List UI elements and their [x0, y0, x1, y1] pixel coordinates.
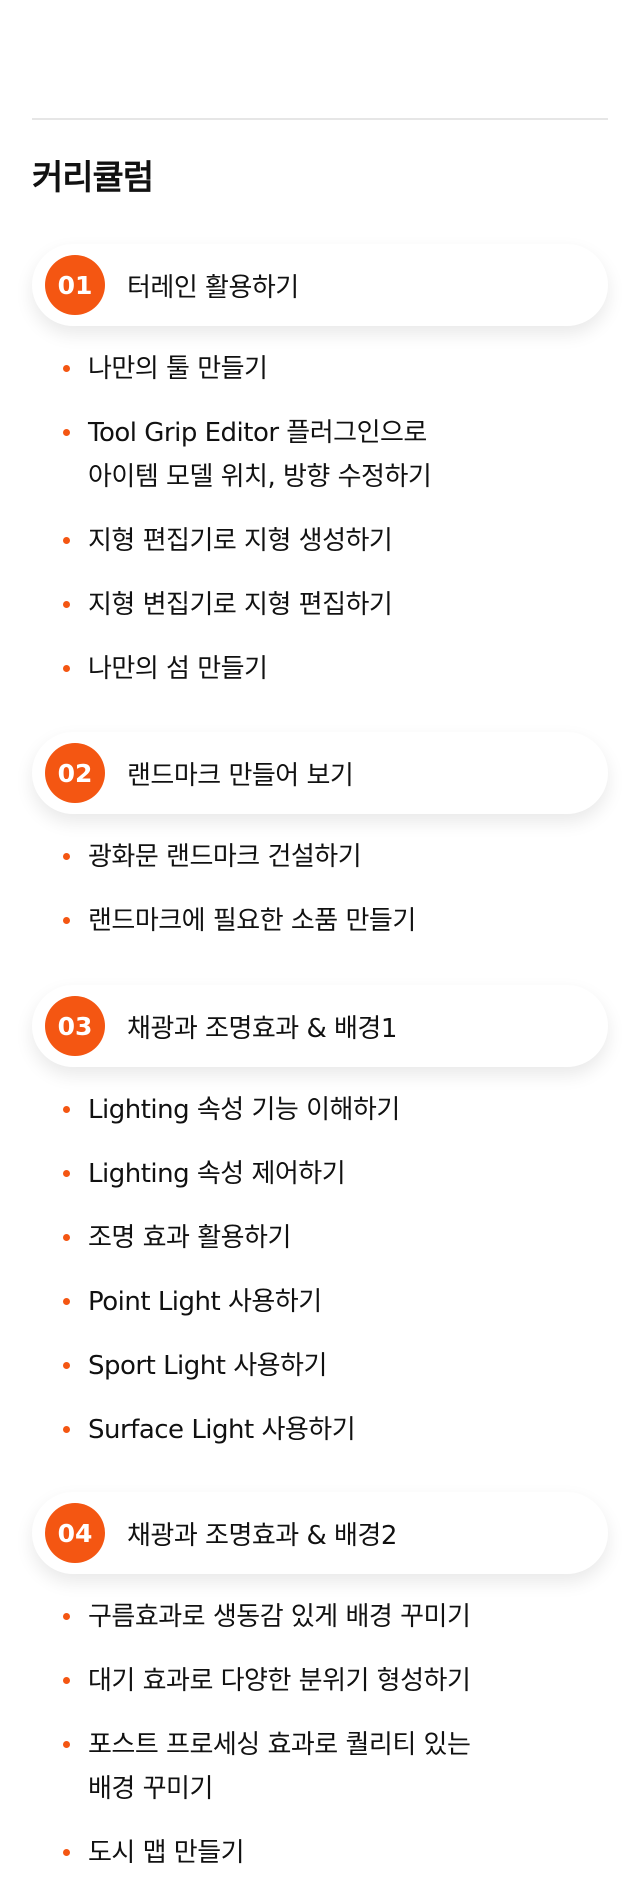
lesson-item: 지형 변집기로 지형 편집하기 — [32, 583, 608, 627]
module-header[interactable]: 03 채광과 조명효과 & 배경1 — [32, 985, 608, 1067]
bullet-dot — [63, 853, 70, 860]
bullet-dot — [63, 1426, 70, 1433]
module-title: 랜드마크 만들어 보기 — [127, 760, 354, 791]
bullet-dot — [63, 917, 70, 924]
lesson-text: 도시 맵 만들기 — [88, 1838, 245, 1868]
lesson-list: 광화문 랜드마크 건설하기 랜드마크에 필요한 소품 만들기 — [32, 835, 608, 943]
module-title: 터레인 활용하기 — [127, 272, 299, 303]
lesson-item: Lighting 속성 제어하기 — [32, 1152, 608, 1196]
lesson-item: 나만의 섬 만들기 — [32, 647, 608, 691]
module-01: 01 터레인 활용하기 나만의 툴 만들기 Tool Grip Editor 플… — [32, 244, 608, 691]
lesson-item: 랜드마크에 필요한 소품 만들기 — [32, 899, 608, 943]
lesson-text: 광화문 랜드마크 건설하기 — [88, 842, 362, 872]
bullet-dot — [63, 1170, 70, 1177]
bullet-dot — [63, 429, 70, 436]
bullet-dot — [63, 1362, 70, 1369]
lesson-item: Point Light 사용하기 — [32, 1280, 608, 1324]
lesson-text: Lighting 속성 기능 이해하기 — [88, 1095, 400, 1125]
lesson-text: Sport Light 사용하기 — [88, 1351, 327, 1381]
top-divider — [32, 118, 608, 120]
module-title: 채광과 조명효과 & 배경2 — [127, 1520, 397, 1551]
bullet-dot — [63, 1613, 70, 1620]
lesson-text: 조명 효과 활용하기 — [88, 1223, 291, 1253]
bullet-dot — [63, 537, 70, 544]
lesson-item: Sport Light 사용하기 — [32, 1344, 608, 1388]
lesson-text: Point Light 사용하기 — [88, 1287, 322, 1317]
lesson-text: 대기 효과로 다양한 분위기 형성하기 — [88, 1666, 471, 1696]
lesson-text: 포스트 프로세싱 효과로 퀄리티 있는 배경 꾸미기 — [88, 1730, 471, 1804]
lesson-list: 구름효과로 생동감 있게 배경 꾸미기 대기 효과로 다양한 분위기 형성하기 … — [32, 1595, 608, 1875]
bullet-dot — [63, 1298, 70, 1305]
module-04: 04 채광과 조명효과 & 배경2 구름효과로 생동감 있게 배경 꾸미기 대기… — [32, 1492, 608, 1875]
module-number-badge: 01 — [45, 255, 105, 315]
lesson-item: 광화문 랜드마크 건설하기 — [32, 835, 608, 879]
module-number-badge: 02 — [45, 743, 105, 803]
module-header[interactable]: 04 채광과 조명효과 & 배경2 — [32, 1492, 608, 1574]
lesson-item: 나만의 툴 만들기 — [32, 347, 608, 391]
bullet-dot — [63, 1234, 70, 1241]
bullet-dot — [63, 665, 70, 672]
section-title: 커리큘럼 — [32, 158, 154, 198]
lesson-list: Lighting 속성 기능 이해하기 Lighting 속성 제어하기 조명 … — [32, 1088, 608, 1452]
bullet-dot — [63, 1741, 70, 1748]
module-03: 03 채광과 조명효과 & 배경1 Lighting 속성 기능 이해하기 Li… — [32, 985, 608, 1452]
lesson-text: 지형 변집기로 지형 편집하기 — [88, 590, 393, 620]
lesson-item: 포스트 프로세싱 효과로 퀄리티 있는 배경 꾸미기 — [32, 1723, 608, 1811]
bullet-dot — [63, 1106, 70, 1113]
lesson-item: 지형 편집기로 지형 생성하기 — [32, 519, 608, 563]
bullet-dot — [63, 1677, 70, 1684]
curriculum-page: 커리큘럼 01 터레인 활용하기 나만의 툴 만들기 Tool Grip Edi… — [0, 0, 640, 1880]
lesson-text: 나만의 섬 만들기 — [88, 654, 268, 684]
lesson-item: 대기 효과로 다양한 분위기 형성하기 — [32, 1659, 608, 1703]
lesson-text: 구름효과로 생동감 있게 배경 꾸미기 — [88, 1602, 471, 1632]
lesson-item: Tool Grip Editor 플러그인으로 아이템 모델 위치, 방향 수정… — [32, 411, 608, 499]
bullet-dot — [63, 1849, 70, 1856]
lesson-list: 나만의 툴 만들기 Tool Grip Editor 플러그인으로 아이템 모델… — [32, 347, 608, 691]
lesson-text: Tool Grip Editor 플러그인으로 아이템 모델 위치, 방향 수정… — [88, 418, 432, 492]
lesson-text: 나만의 툴 만들기 — [88, 354, 268, 384]
module-number-badge: 03 — [45, 996, 105, 1056]
lesson-item: Surface Light 사용하기 — [32, 1408, 608, 1452]
bullet-dot — [63, 365, 70, 372]
lesson-item: 도시 맵 만들기 — [32, 1831, 608, 1875]
module-header[interactable]: 02 랜드마크 만들어 보기 — [32, 732, 608, 814]
lesson-text: Lighting 속성 제어하기 — [88, 1159, 346, 1189]
lesson-item: 구름효과로 생동감 있게 배경 꾸미기 — [32, 1595, 608, 1639]
lesson-text: 지형 편집기로 지형 생성하기 — [88, 526, 393, 556]
lesson-item: 조명 효과 활용하기 — [32, 1216, 608, 1260]
lesson-text: Surface Light 사용하기 — [88, 1415, 356, 1445]
module-header[interactable]: 01 터레인 활용하기 — [32, 244, 608, 326]
lesson-item: Lighting 속성 기능 이해하기 — [32, 1088, 608, 1132]
module-number-badge: 04 — [45, 1503, 105, 1563]
bullet-dot — [63, 601, 70, 608]
module-title: 채광과 조명효과 & 배경1 — [127, 1013, 397, 1044]
lesson-text: 랜드마크에 필요한 소품 만들기 — [88, 906, 416, 936]
module-02: 02 랜드마크 만들어 보기 광화문 랜드마크 건설하기 랜드마크에 필요한 소… — [32, 732, 608, 943]
